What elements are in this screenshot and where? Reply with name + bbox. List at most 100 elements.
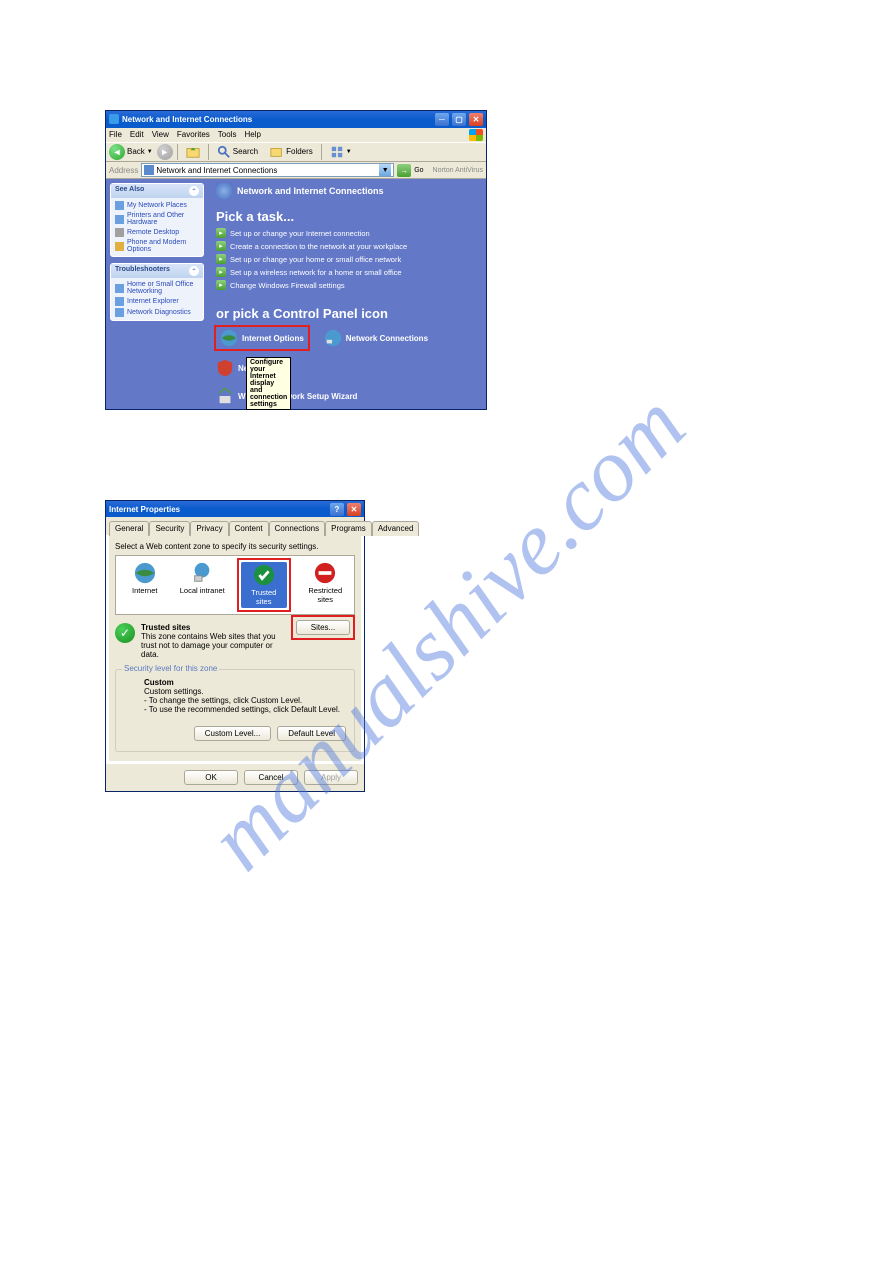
network-connections-icon-link[interactable]: Network Connections — [324, 327, 428, 349]
task-label: Set up a wireless network for a home or … — [230, 268, 402, 277]
minimize-button[interactable]: ─ — [435, 113, 449, 126]
help-icon — [115, 308, 124, 317]
task-label: Change Windows Firewall settings — [230, 281, 345, 290]
sidebar-item-home-network[interactable]: Home or Small Office Networking — [115, 281, 199, 295]
task-list: ▸Set up or change your Internet connecti… — [208, 226, 486, 292]
address-icon — [144, 165, 154, 175]
up-button[interactable] — [182, 144, 204, 160]
task-firewall[interactable]: ▸ Change Windows Firewall settings — [216, 280, 478, 290]
custom-line: - To use the recommended settings, click… — [144, 705, 346, 714]
tab-programs[interactable]: Programs — [325, 521, 372, 536]
item-label: Network Diagnostics — [127, 309, 191, 316]
tab-security[interactable]: Security — [149, 521, 190, 536]
address-dropdown-icon[interactable]: ▼ — [379, 164, 391, 176]
menu-tools[interactable]: Tools — [218, 130, 237, 139]
views-dropdown-icon: ▼ — [346, 149, 352, 155]
close-button[interactable]: ✕ — [347, 503, 361, 516]
trusted-description: This zone contains Web sites that you tr… — [141, 632, 276, 659]
main-header-label: Network and Internet Connections — [237, 186, 384, 196]
sidebar-item-ie[interactable]: Internet Explorer — [115, 297, 199, 306]
task-internet-connection[interactable]: ▸Set up or change your Internet connecti… — [216, 228, 478, 238]
maximize-button[interactable]: ▢ — [452, 113, 466, 126]
trusted-sites-info: ✓ Trusted sites This zone contains Web s… — [115, 623, 283, 659]
ok-button[interactable]: OK — [184, 770, 238, 785]
main-header: Network and Internet Connections — [208, 179, 486, 203]
task-workplace-connection[interactable]: ▸Create a connection to the network at y… — [216, 241, 478, 251]
menu-edit[interactable]: Edit — [130, 130, 144, 139]
arrow-icon: ▸ — [216, 280, 226, 290]
zone-label: Internet — [132, 586, 157, 595]
views-button[interactable]: ▼ — [326, 144, 356, 160]
help-icon — [115, 297, 124, 306]
sites-button[interactable]: Sites... — [296, 620, 350, 635]
internet-options-icon-link[interactable]: Internet Options — [214, 325, 310, 351]
search-label: Search — [233, 147, 258, 156]
window-title: Network and Internet Connections — [122, 115, 252, 124]
menu-file[interactable]: File — [109, 130, 122, 139]
tab-privacy[interactable]: Privacy — [190, 521, 228, 536]
close-button[interactable]: ✕ — [469, 113, 483, 126]
zone-restricted-sites[interactable]: Restricted sites — [302, 562, 348, 608]
item-label: Phone and Modem Options — [127, 239, 199, 253]
network-icon — [324, 329, 342, 347]
nets-icon-link[interactable]: Nets Configure your Internet display and… — [216, 359, 255, 377]
tab-advanced[interactable]: Advanced — [372, 521, 420, 536]
task-label: Create a connection to the network at yo… — [230, 242, 407, 251]
menu-favorites[interactable]: Favorites — [177, 130, 210, 139]
globe-icon — [134, 562, 156, 584]
trusted-icon — [253, 564, 275, 586]
task-wireless-network[interactable]: ▸Set up a wireless network for a home or… — [216, 267, 478, 277]
main-area: Network and Internet Connections Pick a … — [208, 179, 486, 409]
tab-general[interactable]: General — [109, 521, 149, 536]
cancel-button[interactable]: Cancel — [244, 770, 298, 785]
control-panel-icons: Internet Options Network Connections Net… — [208, 323, 486, 409]
help-icon — [115, 284, 124, 293]
menu-view[interactable]: View — [152, 130, 169, 139]
checkmark-icon: ✓ — [115, 623, 135, 643]
search-button[interactable]: Search — [213, 144, 262, 160]
shield-icon — [216, 359, 234, 377]
troubleshooters-panel: Troubleshooters ⌃ Home or Small Office N… — [110, 263, 204, 321]
apply-button[interactable]: Apply — [304, 770, 358, 785]
troubleshooters-header[interactable]: Troubleshooters ⌃ — [111, 264, 203, 278]
sidebar-item-phone-modem[interactable]: Phone and Modem Options — [115, 239, 199, 253]
highlight-box: Sites... — [291, 615, 355, 640]
menu-help[interactable]: Help — [244, 130, 260, 139]
zone-internet[interactable]: Internet — [122, 562, 168, 608]
address-input[interactable]: Network and Internet Connections ▼ — [141, 163, 394, 177]
network-places-icon — [115, 201, 124, 210]
task-home-network[interactable]: ▸Set up or change your home or small off… — [216, 254, 478, 264]
default-level-button[interactable]: Default Level — [277, 726, 346, 741]
back-dropdown-icon[interactable]: ▼ — [147, 149, 153, 155]
zone-trusted-sites[interactable]: Trusted sites — [241, 562, 287, 608]
custom-line: Custom settings. — [144, 687, 346, 696]
back-button[interactable]: ◄ Back ▼ — [109, 144, 153, 160]
fieldset-legend: Security level for this zone — [122, 664, 219, 673]
tab-content[interactable]: Content — [229, 521, 269, 536]
forward-button[interactable]: ► — [157, 144, 173, 160]
zone-local-intranet[interactable]: Local intranet — [179, 562, 225, 608]
phone-modem-icon — [115, 242, 124, 251]
sidebar-item-remote-desktop[interactable]: Remote Desktop — [115, 228, 199, 237]
folders-button[interactable]: Folders — [266, 144, 317, 160]
see-also-header[interactable]: See Also ⌃ — [111, 184, 203, 198]
windows-logo-icon — [469, 129, 483, 141]
titlebar[interactable]: Internet Properties ? ✕ — [106, 501, 364, 517]
custom-level-button[interactable]: Custom Level... — [194, 726, 272, 741]
sidebar-item-network-places[interactable]: My Network Places — [115, 201, 199, 210]
pick-task-heading: Pick a task... — [208, 203, 486, 226]
tab-connections[interactable]: Connections — [269, 521, 325, 536]
tooltip: Configure your Internet display and conn… — [246, 357, 291, 410]
views-icon — [330, 145, 344, 159]
go-button[interactable]: → — [397, 164, 411, 177]
security-level-fieldset: Security level for this zone Custom Cust… — [115, 669, 355, 752]
help-button[interactable]: ? — [330, 503, 344, 516]
titlebar[interactable]: Network and Internet Connections ─ ▢ ✕ — [106, 111, 486, 128]
sidebar-item-net-diag[interactable]: Network Diagnostics — [115, 308, 199, 317]
zone-instruction: Select a Web content zone to specify its… — [115, 542, 355, 551]
zone-label: Local intranet — [180, 586, 225, 595]
sidebar-item-printers[interactable]: Printers and Other Hardware — [115, 212, 199, 226]
globe-icon — [220, 329, 238, 347]
see-also-title: See Also — [115, 186, 144, 196]
item-label: My Network Places — [127, 202, 187, 209]
